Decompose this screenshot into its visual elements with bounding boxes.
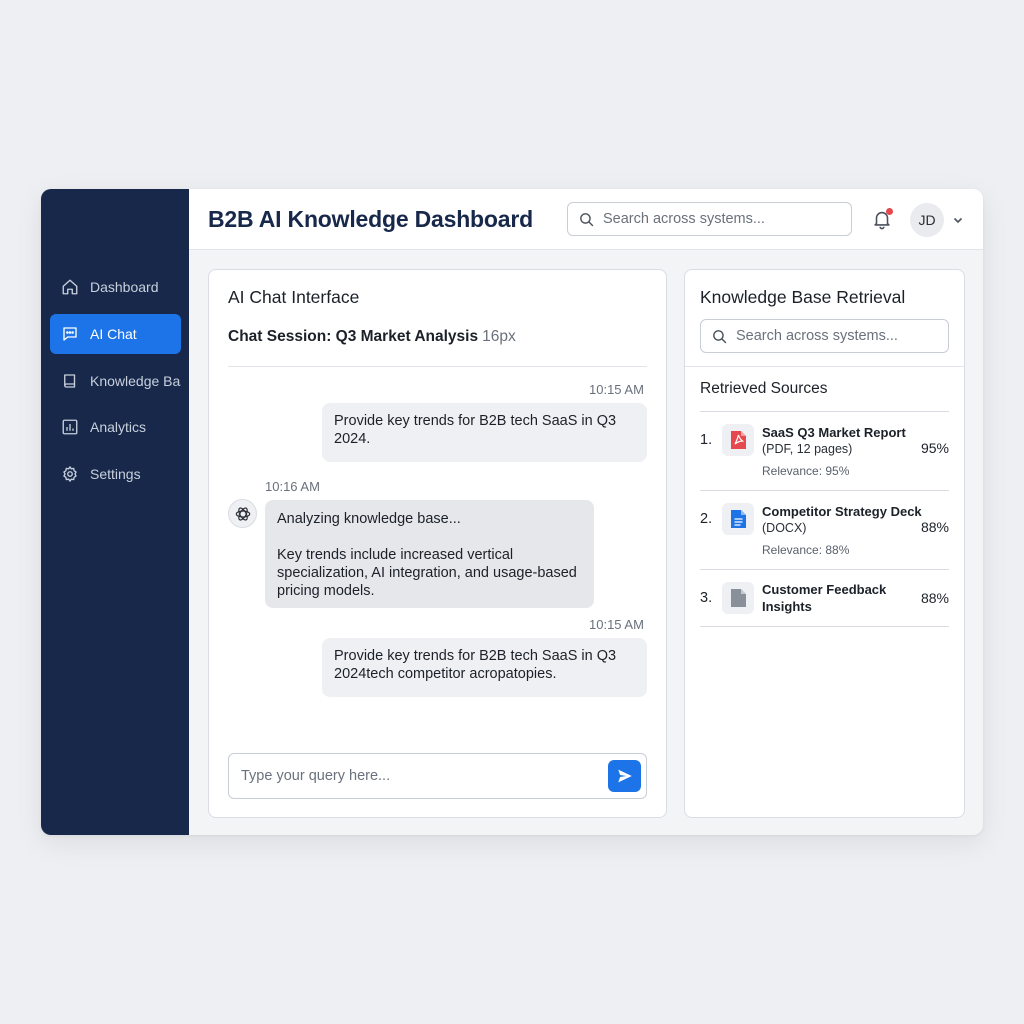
source-title-line2: Insights	[762, 599, 812, 614]
source-number: 2.	[700, 511, 713, 527]
source-item[interactable]: 2. Competitor Strategy Deck (DOCX) Relev…	[700, 491, 949, 570]
chat-input-placeholder: Type your query here...	[241, 768, 391, 784]
source-score: 88%	[920, 590, 949, 606]
source-score: 95%	[920, 440, 949, 456]
assistant-message-bubble: Analyzing knowledge base... Key trends i…	[265, 500, 594, 608]
search-placeholder: Search across systems...	[603, 211, 765, 227]
source-relevance: Relevance: 88%	[762, 543, 850, 557]
notification-dot	[886, 208, 893, 215]
sidebar-item-label: Settings	[90, 466, 141, 482]
sidebar-item-dashboard[interactable]: Dashboard	[50, 267, 181, 307]
chat-panel-title: AI Chat Interface	[228, 287, 360, 307]
source-item[interactable]: 1. SaaS Q3 Market Report (PDF, 12 pages)…	[700, 412, 949, 491]
source-meta: (PDF, 12 pages)	[762, 442, 853, 456]
pdf-icon	[722, 424, 754, 456]
sidebar-item-label: Analytics	[90, 419, 147, 435]
message-time: 10:16 AM	[265, 479, 320, 494]
divider	[685, 366, 964, 367]
search-icon	[580, 212, 594, 226]
kb-panel-title: Knowledge Base Retrieval	[700, 287, 906, 307]
book-icon	[61, 372, 79, 390]
message-time: 10:15 AM	[589, 382, 644, 397]
home-icon	[61, 278, 79, 296]
source-title: Customer Feedback	[762, 582, 887, 597]
sidebar-item-ai-chat[interactable]: AI Chat	[50, 314, 181, 354]
source-number: 1.	[700, 432, 713, 448]
page-title: B2B AI Knowledge Dashboard	[208, 206, 533, 232]
assistant-avatar	[228, 499, 257, 528]
chevron-down-icon[interactable]	[952, 214, 964, 226]
gear-icon	[61, 465, 79, 483]
top-bar: B2B AI Knowledge Dashboard Search across…	[189, 189, 983, 250]
sidebar-item-label: Dashboard	[90, 279, 159, 295]
search-placeholder: Search across systems...	[736, 328, 898, 344]
chart-icon	[61, 418, 79, 436]
knowledge-base-panel: Knowledge Base Retrieval Search across s…	[684, 269, 965, 818]
source-meta: (DOCX)	[762, 521, 807, 535]
assistant-status: Analyzing knowledge base...	[277, 511, 461, 527]
doc-icon	[722, 503, 754, 535]
kb-search-input[interactable]: Search across systems...	[700, 319, 949, 353]
send-icon	[617, 769, 632, 783]
source-number: 3.	[700, 590, 713, 606]
source-title: SaaS Q3 Market Report	[762, 425, 906, 440]
chat-session-title: Chat Session: Q3 Market Analysis 16px	[228, 328, 516, 346]
chat-panel: AI Chat Interface Chat Session: Q3 Marke…	[208, 269, 667, 818]
app-window: Dashboard AI Chat Knowledge Base Analyti…	[41, 189, 983, 835]
source-item[interactable]: 3. Customer Feedback Insights 88%	[700, 570, 949, 627]
avatar[interactable]: JD	[910, 203, 944, 237]
sidebar-item-label: Knowledge Base	[90, 373, 181, 389]
message-time: 10:15 AM	[589, 617, 644, 632]
source-relevance: Relevance: 95%	[762, 464, 850, 478]
divider	[228, 366, 647, 367]
sources-heading: Retrieved Sources	[700, 380, 828, 397]
chat-icon	[61, 325, 79, 343]
user-message-bubble: Provide key trends for B2B tech SaaS in …	[322, 638, 647, 697]
sidebar-item-settings[interactable]: Settings	[50, 454, 181, 494]
search-icon	[713, 329, 727, 343]
sidebar-item-knowledge-base[interactable]: Knowledge Base	[50, 361, 181, 401]
file-icon	[722, 582, 754, 614]
source-score: 88%	[920, 519, 949, 535]
chat-input[interactable]: Type your query here...	[228, 753, 647, 799]
global-search-input[interactable]: Search across systems...	[567, 202, 852, 236]
user-message-bubble: Provide key trends for B2B tech SaaS in …	[322, 403, 647, 462]
sidebar-item-label: AI Chat	[90, 326, 137, 342]
notifications-button[interactable]	[871, 208, 893, 232]
sidebar: Dashboard AI Chat Knowledge Base Analyti…	[41, 189, 189, 835]
source-title: Competitor Strategy Deck	[762, 504, 922, 519]
ai-logo-icon	[235, 506, 250, 521]
sidebar-item-analytics[interactable]: Analytics	[50, 407, 181, 447]
session-label: Chat Session: Q3 Market Analysis	[228, 328, 479, 345]
session-size: 16px	[482, 328, 516, 345]
send-button[interactable]	[608, 760, 641, 792]
assistant-message-text: Key trends include increased vertical sp…	[277, 547, 577, 599]
